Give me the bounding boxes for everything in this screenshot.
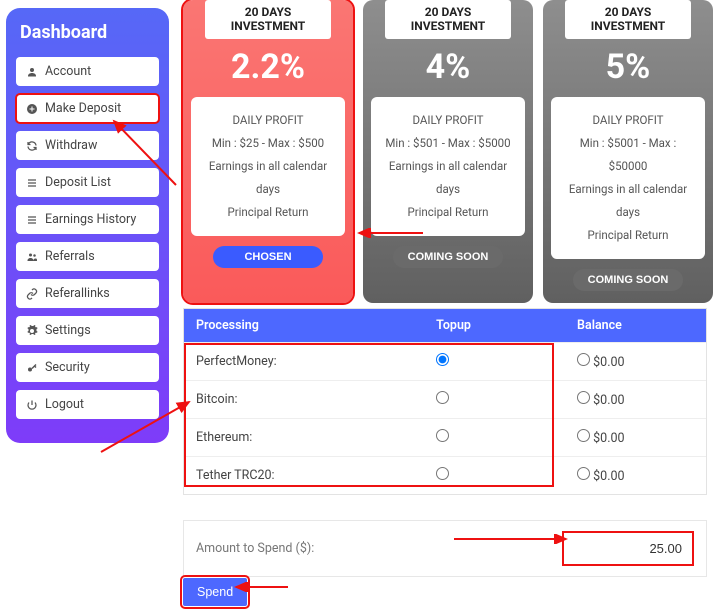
plan-title: 20 DAYS INVESTMENT [385, 0, 511, 39]
amount-row: Amount to Spend ($): [183, 520, 707, 577]
plan-body: DAILY PROFIT Min : $5001 - Max : $50000 … [551, 97, 705, 259]
sidebar-item-security[interactable]: Security [16, 353, 159, 382]
history-icon [25, 213, 38, 226]
plan-rate: 2.2% [183, 47, 353, 87]
sidebar-item-label: Earnings History [45, 212, 136, 227]
balance-val: $0.00 [593, 393, 624, 408]
sidebar-item-account[interactable]: Account [16, 57, 159, 86]
topup-radio[interactable] [436, 391, 449, 404]
topup-radio[interactable] [436, 353, 449, 366]
plan-earnings: Earnings in all calendar days [199, 155, 337, 201]
topup-radio[interactable] [436, 429, 449, 442]
balance-val: $0.00 [593, 431, 624, 446]
sidebar-item-label: Account [45, 64, 91, 79]
proc-name: Tether TRC20: [184, 457, 424, 495]
list-icon [25, 176, 38, 189]
plan-cards: 20 DAYS INVESTMENT 2.2% DAILY PROFIT Min… [183, 0, 713, 303]
link-icon [25, 287, 38, 300]
balance-radio[interactable] [577, 429, 590, 442]
sidebar: Dashboard Account Make Deposit Withdraw … [6, 8, 169, 443]
plan-body: DAILY PROFIT Min : $501 - Max : $5000 Ea… [371, 97, 525, 236]
plan-button-chosen[interactable]: CHOSEN [213, 246, 323, 268]
sidebar-item-logout[interactable]: Logout [16, 390, 159, 419]
processing-table: Processing Topup Balance PerfectMoney: $… [184, 309, 706, 494]
plan-range: Min : $25 - Max : $500 [199, 132, 337, 155]
plan-profit-label: DAILY PROFIT [379, 109, 517, 132]
sidebar-item-referallinks[interactable]: Referallinks [16, 279, 159, 308]
plus-circle-icon [25, 102, 38, 115]
proc-name: Bitcoin: [184, 381, 424, 419]
sidebar-item-label: Logout [45, 397, 84, 412]
sidebar-item-label: Referallinks [45, 286, 110, 301]
plan-body: DAILY PROFIT Min : $25 - Max : $500 Earn… [191, 97, 345, 236]
amount-label: Amount to Spend ($): [196, 541, 562, 556]
plan-principal: Principal Return [559, 224, 697, 247]
plan-range: Min : $5001 - Max : $50000 [559, 132, 697, 178]
proc-name: Ethereum: [184, 419, 424, 457]
th-topup: Topup [424, 309, 565, 343]
balance-radio[interactable] [577, 467, 590, 480]
th-processing: Processing [184, 309, 424, 343]
table-row: Ethereum: $0.00 [184, 419, 706, 457]
amount-input[interactable] [562, 531, 694, 566]
sidebar-item-label: Deposit List [45, 175, 111, 190]
sidebar-item-deposit-list[interactable]: Deposit List [16, 168, 159, 197]
sidebar-item-label: Security [45, 360, 90, 375]
proc-name: PerfectMoney: [184, 343, 424, 381]
sidebar-item-label: Settings [45, 323, 91, 338]
plan-profit-label: DAILY PROFIT [199, 109, 337, 132]
plan-card-1[interactable]: 20 DAYS INVESTMENT 2.2% DAILY PROFIT Min… [183, 0, 353, 303]
power-icon [25, 398, 38, 411]
th-balance: Balance [565, 309, 706, 343]
sidebar-menu: Account Make Deposit Withdraw Deposit Li… [16, 57, 159, 419]
sidebar-item-make-deposit[interactable]: Make Deposit [16, 94, 159, 123]
table-row: Bitcoin: $0.00 [184, 381, 706, 419]
spend-button[interactable]: Spend [183, 578, 247, 606]
sidebar-item-settings[interactable]: Settings [16, 316, 159, 345]
plan-principal: Principal Return [379, 201, 517, 224]
sidebar-item-withdraw[interactable]: Withdraw [16, 131, 159, 160]
plan-button-coming-soon[interactable]: COMING SOON [393, 246, 503, 268]
balance-val: $0.00 [593, 469, 624, 484]
plan-range: Min : $501 - Max : $5000 [379, 132, 517, 155]
plan-earnings: Earnings in all calendar days [559, 178, 697, 224]
user-icon [25, 65, 38, 78]
table-row: PerfectMoney: $0.00 [184, 343, 706, 381]
plan-card-3[interactable]: 20 DAYS INVESTMENT 5% DAILY PROFIT Min :… [543, 0, 713, 303]
plan-earnings: Earnings in all calendar days [379, 155, 517, 201]
sidebar-item-label: Make Deposit [45, 101, 121, 116]
plan-title: 20 DAYS INVESTMENT [205, 0, 331, 39]
processing-table-wrap: Processing Topup Balance PerfectMoney: $… [183, 308, 707, 495]
sidebar-item-label: Withdraw [45, 138, 97, 153]
plan-rate: 5% [543, 47, 713, 87]
balance-val: $0.00 [593, 355, 624, 370]
sidebar-item-earnings-history[interactable]: Earnings History [16, 205, 159, 234]
key-icon [25, 361, 38, 374]
plan-card-2[interactable]: 20 DAYS INVESTMENT 4% DAILY PROFIT Min :… [363, 0, 533, 303]
users-icon [25, 250, 38, 263]
refresh-icon [25, 139, 38, 152]
balance-radio[interactable] [577, 391, 590, 404]
table-row: Tether TRC20: $0.00 [184, 457, 706, 495]
plan-title: 20 DAYS INVESTMENT [565, 0, 691, 39]
plan-button-coming-soon[interactable]: COMING SOON [573, 269, 683, 291]
plan-profit-label: DAILY PROFIT [559, 109, 697, 132]
sidebar-title: Dashboard [16, 22, 159, 43]
gear-icon [25, 324, 38, 337]
plan-principal: Principal Return [199, 201, 337, 224]
plan-rate: 4% [363, 47, 533, 87]
topup-radio[interactable] [436, 467, 449, 480]
balance-radio[interactable] [577, 353, 590, 366]
sidebar-item-label: Referrals [45, 249, 95, 264]
sidebar-item-referrals[interactable]: Referrals [16, 242, 159, 271]
